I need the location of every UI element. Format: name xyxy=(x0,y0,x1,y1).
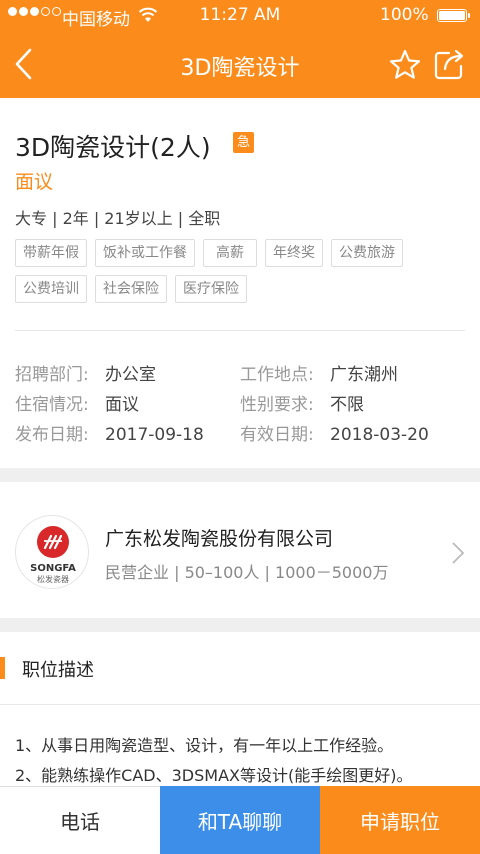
company-card[interactable]: SONGFA 松发瓷器 广东松发陶瓷股份有限公司 民营企业 | 50–100人 … xyxy=(0,482,480,618)
chevron-right-icon xyxy=(452,542,465,564)
detail-value: 广东潮州 xyxy=(330,365,398,385)
detail-label: 有效日期: xyxy=(240,425,314,445)
divider xyxy=(15,330,465,331)
detail-value: 办公室 xyxy=(105,365,156,385)
navigation-bar: 3D陶瓷设计 xyxy=(0,32,480,98)
songfa-logo-mark xyxy=(37,526,69,558)
chat-button[interactable]: 和TA聊聊 xyxy=(160,786,320,854)
section-separator xyxy=(0,618,480,632)
detail-label: 性别要求: xyxy=(240,395,314,415)
benefit-tag: 公费旅游 xyxy=(331,239,403,267)
divider xyxy=(0,704,480,705)
detail-publish-date: 发布日期: 2017-09-18 xyxy=(15,420,204,445)
detail-value: 2017-09-18 xyxy=(105,425,204,445)
benefit-tags: 带薪年假 饭补或工作餐 高薪 年终奖 公费旅游 公费培训 社会保险 医疗保险 xyxy=(15,239,435,303)
call-button[interactable]: 电话 xyxy=(0,786,160,854)
benefit-tag: 带薪年假 xyxy=(15,239,87,267)
benefit-tag: 高薪 xyxy=(203,239,257,267)
battery-percent: 100% xyxy=(380,5,429,25)
section-separator xyxy=(0,468,480,482)
star-icon[interactable] xyxy=(388,48,422,82)
top-bar: 中国移动 11:27 AM 100% 3D陶瓷设计 xyxy=(0,0,480,98)
job-title: 3D陶瓷设计(2人) xyxy=(15,133,211,162)
urgent-badge: 急 xyxy=(233,132,254,153)
detail-label: 招聘部门: xyxy=(15,365,89,385)
benefit-tag: 饭补或工作餐 xyxy=(95,239,195,267)
detail-value: 不限 xyxy=(330,395,364,415)
detail-label: 住宿情况: xyxy=(15,395,89,415)
job-requirements: 大专 | 2年 | 21岁以上 | 全职 xyxy=(15,209,221,228)
section-accent-bar xyxy=(0,657,5,679)
company-meta: 民营企业 | 50–100人 | 1000－5000万 xyxy=(105,563,389,582)
detail-gender: 性别要求: 不限 xyxy=(240,390,364,415)
benefit-tag: 社会保险 xyxy=(95,275,167,303)
detail-valid-date: 有效日期: 2018-03-20 xyxy=(240,420,429,445)
share-icon[interactable] xyxy=(433,47,467,81)
detail-value: 2018-03-20 xyxy=(330,425,429,445)
battery-icon xyxy=(437,9,470,22)
logo-text-zh: 松发瓷器 xyxy=(37,575,69,584)
bottom-action-bar: 电话 和TA聊聊 申请职位 xyxy=(0,786,480,854)
benefit-tag: 医疗保险 xyxy=(175,275,247,303)
section-heading: 职位描述 xyxy=(22,660,94,681)
detail-accommodation: 住宿情况: 面议 xyxy=(15,390,139,415)
detail-label: 发布日期: xyxy=(15,425,89,445)
benefit-tag: 公费培训 xyxy=(15,275,87,303)
benefit-tag: 年终奖 xyxy=(265,239,323,267)
company-name: 广东松发陶瓷股份有限公司 xyxy=(105,528,334,550)
logo-text-en: SONGFA xyxy=(30,563,76,574)
job-summary: 3D陶瓷设计(2人) 急 面议 大专 | 2年 | 21岁以上 | 全职 带薪年… xyxy=(0,98,480,468)
description-line: 1、从事日用陶瓷造型、设计，有一年以上工作经验。 xyxy=(15,736,394,755)
salary: 面议 xyxy=(15,171,54,193)
detail-value: 面议 xyxy=(105,395,139,415)
detail-label: 工作地点: xyxy=(240,365,314,385)
company-logo: SONGFA 松发瓷器 xyxy=(15,515,89,589)
detail-location: 工作地点: 广东潮州 xyxy=(240,360,398,385)
apply-button[interactable]: 申请职位 xyxy=(320,786,480,854)
description-line: 2、能熟练操作CAD、3DSMAX等设计(能手绘图更好)。 xyxy=(15,766,413,785)
status-bar: 中国移动 11:27 AM 100% xyxy=(0,0,480,32)
detail-department: 招聘部门: 办公室 xyxy=(15,360,156,385)
